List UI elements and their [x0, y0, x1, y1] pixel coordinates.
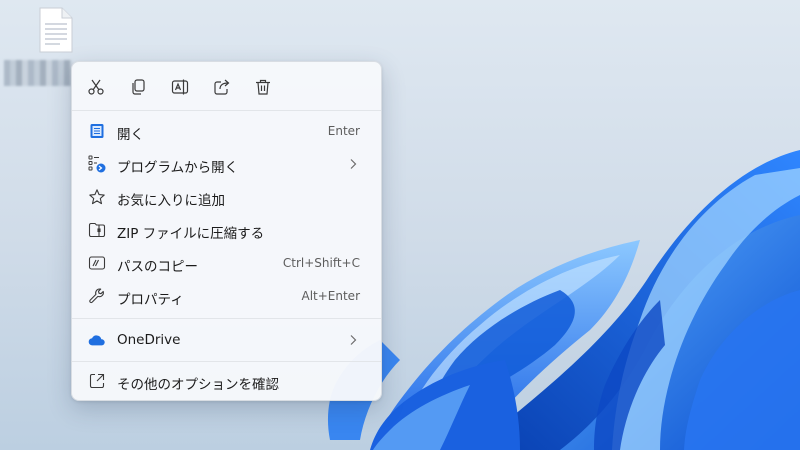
menu-item-shortcut: Ctrl+Shift+C — [282, 256, 360, 270]
zip-folder-icon — [88, 221, 106, 239]
chevron-right-icon — [350, 159, 357, 169]
menu-item-onedrive[interactable]: OneDrive — [77, 325, 376, 356]
menu-item-show-more-options[interactable]: その他のオプションを確認 — [77, 366, 376, 397]
text-file-icon[interactable] — [36, 6, 76, 54]
context-menu: 開く Enter プログラムから開く お気に入りに追加 ZIP ファイルに圧縮す… — [71, 61, 382, 401]
rename-button[interactable] — [167, 74, 193, 100]
menu-item-label: 開く — [117, 127, 144, 143]
menu-item-shortcut: Enter — [327, 124, 360, 138]
share-button[interactable] — [209, 74, 235, 100]
menu-item-label: その他のオプションを確認 — [117, 377, 279, 393]
menu-item-label: ZIP ファイルに圧縮する — [117, 226, 265, 242]
menu-item-properties[interactable]: プロパティ Alt+Enter — [77, 281, 376, 312]
menu-item-add-favorite[interactable]: お気に入りに追加 — [77, 182, 376, 213]
context-menu-toolbar — [72, 62, 381, 110]
notepad-icon — [88, 122, 106, 140]
wrench-icon — [88, 287, 106, 305]
cut-button[interactable] — [83, 74, 109, 100]
menu-item-copy-path[interactable]: パスのコピー Ctrl+Shift+C — [77, 248, 376, 279]
menu-item-label: パスのコピー — [117, 259, 198, 275]
chevron-right-icon — [350, 335, 357, 345]
copy-path-icon — [88, 254, 106, 272]
onedrive-cloud-icon — [88, 331, 106, 349]
share-icon — [214, 79, 230, 95]
menu-item-compress-zip[interactable]: ZIP ファイルに圧縮する — [77, 215, 376, 246]
menu-item-open[interactable]: 開く Enter — [77, 116, 376, 147]
menu-divider — [72, 318, 381, 319]
desktop: 開く Enter プログラムから開く お気に入りに追加 ZIP ファイルに圧縮す… — [0, 0, 800, 450]
menu-item-label: プロパティ — [117, 292, 184, 308]
menu-item-label: プログラムから開く — [117, 160, 239, 176]
open-with-icon — [88, 155, 106, 173]
copy-icon — [132, 79, 145, 95]
delete-button[interactable] — [250, 74, 276, 100]
star-icon — [88, 188, 106, 206]
rename-icon — [171, 79, 189, 95]
menu-item-shortcut: Alt+Enter — [301, 289, 360, 303]
copy-button[interactable] — [125, 74, 151, 100]
trash-icon — [256, 79, 270, 95]
menu-item-label: OneDrive — [117, 332, 181, 348]
more-options-icon — [88, 372, 106, 390]
menu-divider — [72, 361, 381, 362]
file-name-label-blurred[interactable] — [4, 60, 72, 86]
menu-divider — [72, 110, 381, 111]
menu-item-label: お気に入りに追加 — [117, 193, 225, 209]
scissors-icon — [88, 79, 104, 95]
menu-item-open-with[interactable]: プログラムから開く — [77, 149, 376, 180]
